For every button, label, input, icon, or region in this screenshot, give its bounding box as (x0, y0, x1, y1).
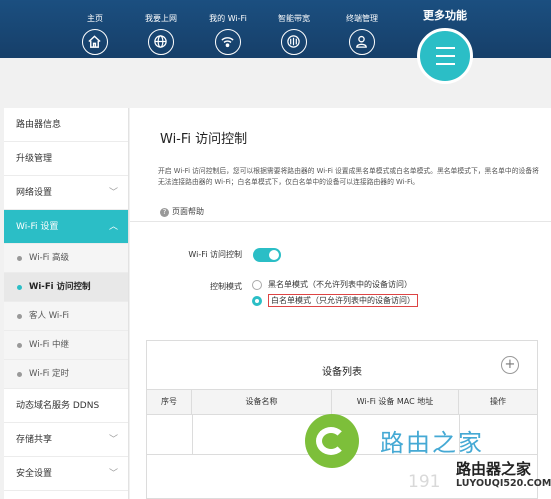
column-mac-address: Wi-Fi 设备 MAC 地址 (332, 390, 459, 414)
nav-my-wifi[interactable]: 我的 Wi-Fi (198, 0, 258, 55)
watermark-brand: 路由器之家 (456, 460, 532, 478)
bandwidth-icon (281, 29, 307, 55)
device-list-title: 设备列表 (322, 367, 362, 378)
nav-internet[interactable]: 我要上网 (131, 0, 191, 55)
sidebar-item-wifi-settings[interactable]: Wi-Fi 设置 ︿ (4, 210, 128, 244)
bullet-icon (17, 285, 22, 290)
sidebar-sub-guest-wifi[interactable]: 客人 Wi-Fi (4, 302, 128, 331)
sidebar-item-upgrade[interactable]: 升级管理 (4, 142, 128, 176)
nav-devices[interactable]: 终端管理 (332, 0, 392, 55)
chevron-down-icon: ﹀ (108, 435, 118, 445)
column-device-name: 设备名称 (192, 390, 332, 414)
bullet-icon (17, 314, 22, 319)
user-icon (349, 29, 375, 55)
sidebar-item-ddns[interactable]: 动态域名服务 DDNS (4, 389, 128, 423)
chevron-down-icon: ﹀ (108, 469, 118, 479)
access-control-label: Wi-Fi 访问控制 (188, 250, 242, 259)
nav-bandwidth[interactable]: 智能带宽 (264, 0, 324, 55)
radio-blacklist-mode[interactable]: 黑名单模式（不允许列表中的设备访问） (252, 279, 412, 290)
add-device-button[interactable]: + (501, 356, 519, 374)
toggle-knob (269, 250, 279, 260)
bullet-icon (17, 256, 22, 261)
sidebar: 路由器信息 升级管理 网络设置 ﹀ Wi-Fi 设置 ︿ Wi-Fi 高级 Wi-F… (4, 108, 129, 499)
bullet-icon (17, 372, 22, 377)
page-description: 开启 Wi-Fi 访问控制后，您可以根据需要将路由器的 Wi-Fi 设置成黑名单… (158, 167, 539, 186)
divider (130, 221, 551, 222)
wifi-icon (215, 29, 241, 55)
home-icon (82, 29, 108, 55)
nav-home[interactable]: 主页 (65, 0, 125, 55)
control-mode-label: 控制模式 (210, 282, 242, 291)
column-action: 操作 (490, 397, 506, 406)
watermark-logo-icon (305, 414, 359, 468)
sidebar-sub-wifi-relay[interactable]: Wi-Fi 中继 (4, 331, 128, 360)
page-title: Wi-Fi 访问控制 (160, 132, 248, 147)
menu-icon[interactable] (417, 28, 473, 84)
page-help-link[interactable]: ? 页面帮助 (160, 206, 204, 217)
watermark-number: 191 (408, 472, 441, 492)
sidebar-item-storage[interactable]: 存储共享 ﹀ (4, 423, 128, 457)
column-index: 序号 (147, 390, 192, 414)
help-icon: ? (160, 208, 169, 217)
table-header: 序号 设备名称 Wi-Fi 设备 MAC 地址 操作 (147, 389, 537, 415)
chevron-up-icon: ︿ (108, 222, 118, 232)
access-control-toggle[interactable] (253, 248, 281, 262)
sidebar-item-router-info[interactable]: 路由器信息 (4, 108, 128, 142)
more-functions-label: 更多功能 (423, 9, 467, 22)
radio-unchecked-icon (252, 279, 262, 290)
bullet-icon (17, 343, 22, 348)
sidebar-item-security[interactable]: 安全设置 ﹀ (4, 457, 128, 491)
watermark-url: LUYOUQI520.COM (456, 478, 551, 489)
sidebar-item-network[interactable]: 网络设置 ﹀ (4, 176, 128, 210)
globe-icon (148, 29, 174, 55)
chevron-down-icon: ﹀ (108, 188, 118, 198)
radio-checked-icon (252, 295, 262, 306)
sidebar-sub-wifi-advanced[interactable]: Wi-Fi 高级 (4, 244, 128, 273)
radio-whitelist-mode[interactable]: 白名单模式（只允许列表中的设备访问） (252, 294, 418, 307)
sidebar-sub-wifi-timer[interactable]: Wi-Fi 定时 (4, 360, 128, 389)
sidebar-sub-wifi-access-control[interactable]: Wi-Fi 访问控制 (4, 273, 128, 302)
watermark-text: 路由之家 (380, 429, 484, 457)
